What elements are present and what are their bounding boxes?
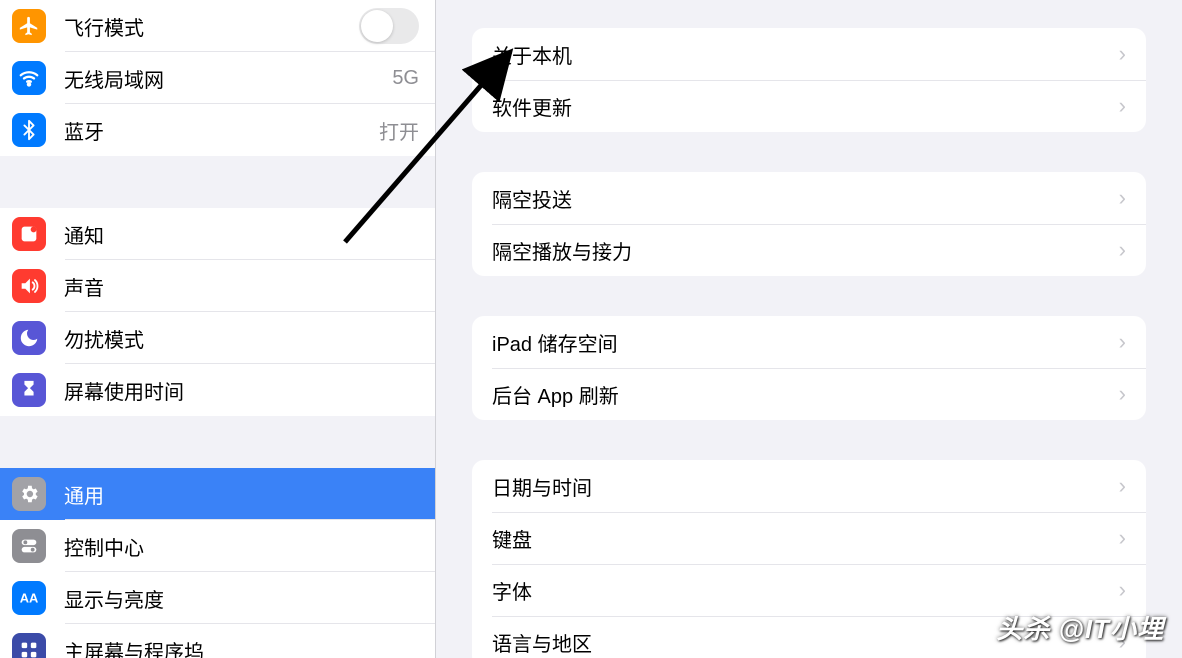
sidebar-label: 显示与亮度 [64, 584, 419, 613]
row-airplay-handoff[interactable]: 隔空播放与接力 › [472, 224, 1146, 276]
sidebar-item-home-screen[interactable]: 主屏幕与程序坞 [0, 624, 435, 658]
chevron-right-icon: › [1119, 381, 1126, 407]
sidebar-item-sounds[interactable]: 声音 [0, 260, 435, 312]
row-label: 软件更新 [492, 92, 1119, 121]
card-airdrop: 隔空投送 › 隔空播放与接力 › [472, 172, 1146, 276]
card-about: 关于本机 › 软件更新 › [472, 28, 1146, 132]
display-icon: AA [12, 581, 46, 615]
row-label: 隔空播放与接力 [492, 236, 1119, 265]
svg-text:AA: AA [20, 591, 39, 606]
airplane-toggle[interactable] [359, 8, 419, 44]
row-datetime[interactable]: 日期与时间 › [472, 460, 1146, 512]
sidebar-label: 主屏幕与程序坞 [64, 636, 419, 658]
sidebar-item-bluetooth[interactable]: 蓝牙 打开 [0, 104, 435, 156]
sidebar-label: 控制中心 [64, 532, 419, 561]
notifications-icon [12, 217, 46, 251]
sidebar-item-display[interactable]: AA 显示与亮度 [0, 572, 435, 624]
sidebar-label: 飞行模式 [64, 12, 359, 41]
bluetooth-value: 打开 [379, 116, 419, 145]
sidebar-label: 通用 [64, 480, 419, 509]
sidebar-item-control-center[interactable]: 控制中心 [0, 520, 435, 572]
settings-sidebar: 飞行模式 无线局域网 5G 蓝牙 打开 通知 [0, 0, 436, 658]
chevron-right-icon: › [1119, 41, 1126, 67]
row-label: 关于本机 [492, 40, 1119, 69]
hourglass-icon [12, 373, 46, 407]
sidebar-item-notifications[interactable]: 通知 [0, 208, 435, 260]
homescreen-icon [12, 633, 46, 658]
card-storage: iPad 储存空间 › 后台 App 刷新 › [472, 316, 1146, 420]
sidebar-label: 屏幕使用时间 [64, 376, 419, 405]
row-label: 后台 App 刷新 [492, 380, 1119, 409]
row-label: iPad 储存空间 [492, 328, 1119, 357]
chevron-right-icon: › [1119, 185, 1126, 211]
row-storage[interactable]: iPad 储存空间 › [472, 316, 1146, 368]
sidebar-item-general[interactable]: 通用 [0, 468, 435, 520]
row-airdrop[interactable]: 隔空投送 › [472, 172, 1146, 224]
moon-icon [12, 321, 46, 355]
chevron-right-icon: › [1119, 525, 1126, 551]
toggles-icon [12, 529, 46, 563]
sounds-icon [12, 269, 46, 303]
sidebar-item-wifi[interactable]: 无线局域网 5G [0, 52, 435, 104]
row-software-update[interactable]: 软件更新 › [472, 80, 1146, 132]
sidebar-label: 通知 [64, 220, 419, 249]
sidebar-label: 勿扰模式 [64, 324, 419, 353]
bluetooth-icon [12, 113, 46, 147]
sidebar-item-screentime[interactable]: 屏幕使用时间 [0, 364, 435, 416]
detail-pane: 关于本机 › 软件更新 › 隔空投送 › 隔空播放与接力 › iPad 储存空间… [436, 0, 1182, 658]
wifi-value: 5G [392, 67, 419, 90]
sidebar-label: 蓝牙 [64, 116, 379, 145]
row-label: 隔空投送 [492, 184, 1119, 213]
chevron-right-icon: › [1119, 329, 1126, 355]
wifi-icon [12, 61, 46, 95]
sidebar-label: 声音 [64, 272, 419, 301]
row-background-refresh[interactable]: 后台 App 刷新 › [472, 368, 1146, 420]
row-about[interactable]: 关于本机 › [472, 28, 1146, 80]
row-label: 字体 [492, 576, 1119, 605]
sidebar-item-airplane[interactable]: 飞行模式 [0, 0, 435, 52]
watermark-text: 头杀 @IT小埋 [996, 609, 1164, 646]
sidebar-item-dnd[interactable]: 勿扰模式 [0, 312, 435, 364]
sidebar-group-device: 通用 控制中心 AA 显示与亮度 主屏幕与程序坞 [0, 468, 435, 658]
gear-icon [12, 477, 46, 511]
sidebar-group-connectivity: 飞行模式 无线局域网 5G 蓝牙 打开 [0, 0, 435, 156]
row-label: 键盘 [492, 524, 1119, 553]
sidebar-label: 无线局域网 [64, 64, 392, 93]
chevron-right-icon: › [1119, 473, 1126, 499]
row-keyboard[interactable]: 键盘 › [472, 512, 1146, 564]
sidebar-group-alerts: 通知 声音 勿扰模式 屏幕使用时间 [0, 208, 435, 416]
airplane-icon [12, 9, 46, 43]
chevron-right-icon: › [1119, 577, 1126, 603]
chevron-right-icon: › [1119, 93, 1126, 119]
row-label: 日期与时间 [492, 472, 1119, 501]
chevron-right-icon: › [1119, 237, 1126, 263]
